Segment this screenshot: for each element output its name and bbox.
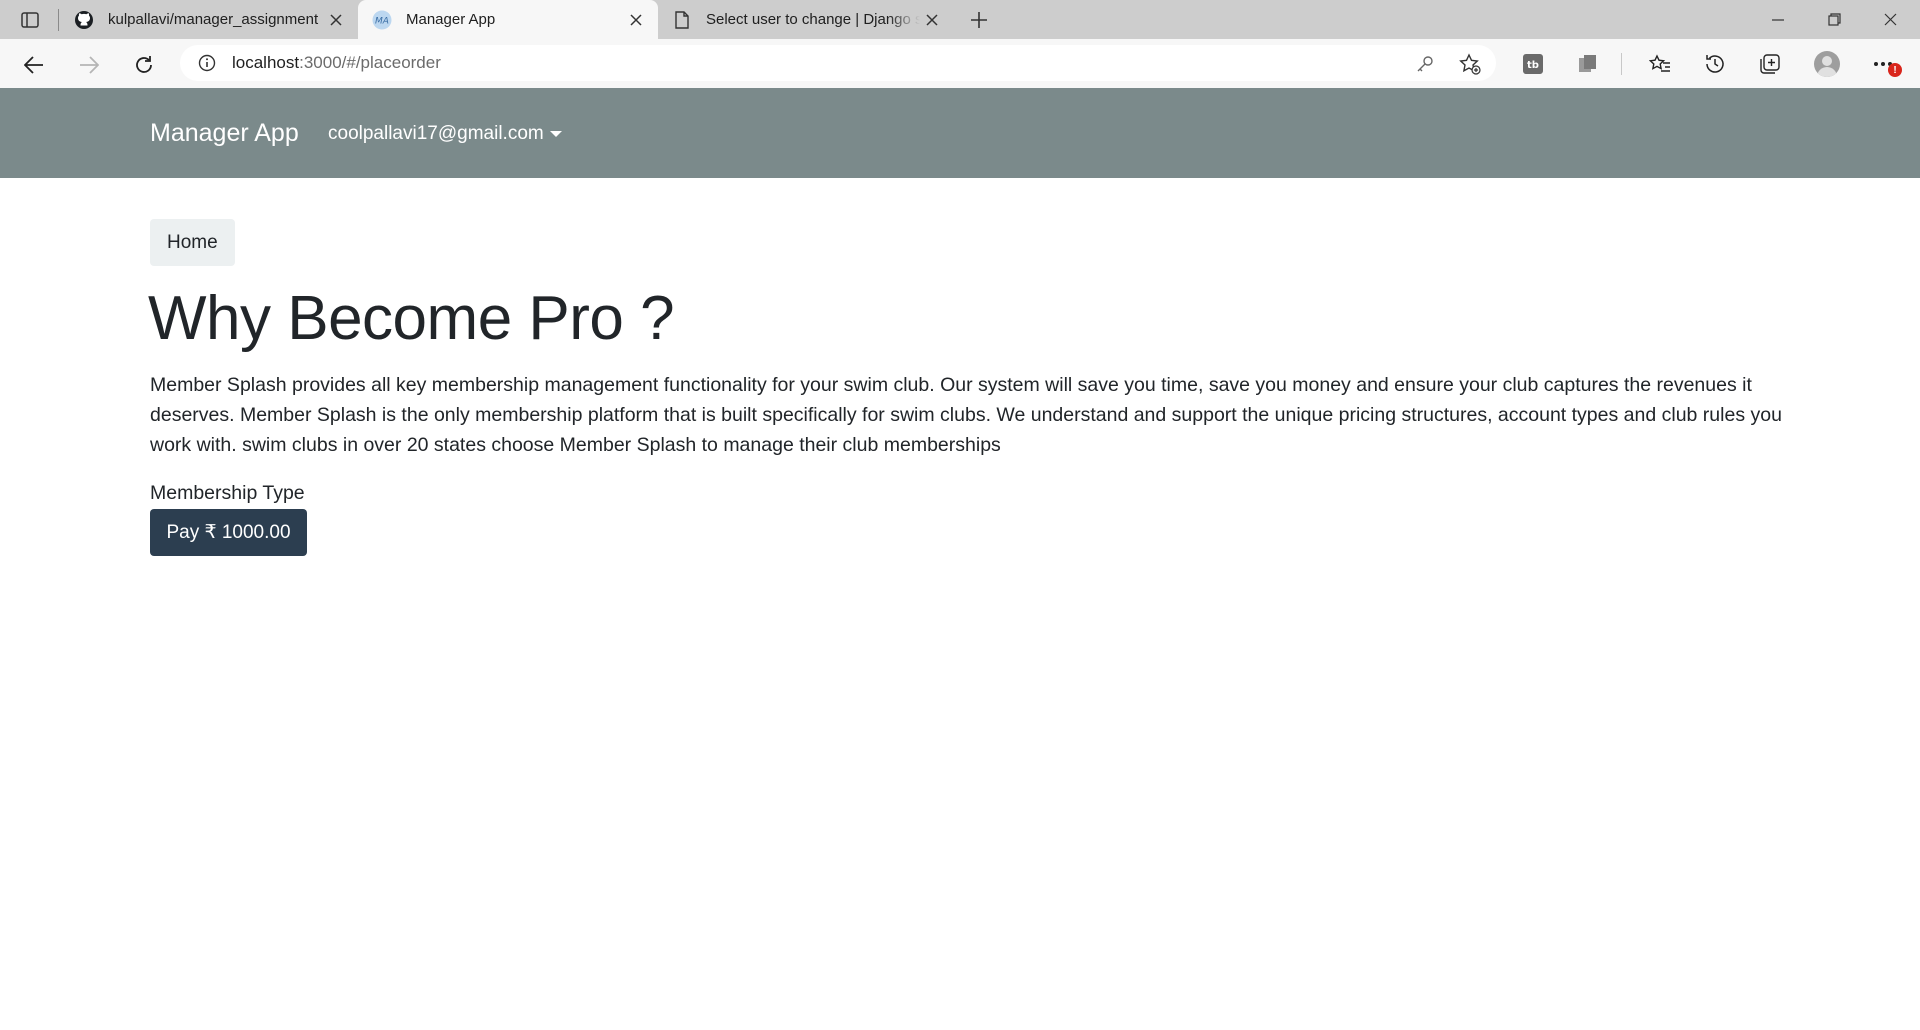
app-brand[interactable]: Manager App — [150, 119, 299, 148]
profile-avatar-icon[interactable] — [1814, 51, 1840, 77]
tab-actions-icon[interactable] — [14, 6, 46, 34]
pay-button[interactable]: Pay ₹ 1000.00 — [150, 509, 307, 556]
ma-favicon-text: MA — [375, 16, 389, 26]
tab-manager-app[interactable]: MA Manager App — [358, 0, 658, 39]
tab-github[interactable]: kulpallavi/manager_assignment — [60, 0, 358, 39]
browser-toolbar: localhost:3000/#/placeorder tb ! — [0, 39, 1920, 88]
membership-type-label: Membership Type — [150, 482, 305, 504]
ma-icon: MA — [372, 10, 392, 30]
new-tab-icon[interactable] — [964, 5, 994, 35]
back-icon[interactable] — [18, 49, 50, 81]
site-info-icon[interactable] — [196, 52, 218, 74]
page-title: Why Become Pro ? — [148, 284, 675, 353]
tab-title: Manager App — [406, 11, 496, 28]
toolbar-separator — [1621, 53, 1622, 75]
url-path: :3000/#/placeorder — [299, 53, 441, 72]
app-navbar: Manager App coolpallavi17@gmail.com — [0, 88, 1920, 178]
tab-separator — [58, 9, 59, 31]
url-host: localhost — [232, 53, 300, 72]
github-icon — [74, 10, 94, 30]
pro-description: Member Splash provides all key membershi… — [150, 374, 1782, 456]
svg-text:tb: tb — [1527, 60, 1539, 71]
favorites-icon[interactable] — [1647, 51, 1673, 77]
tab-django[interactable]: Select user to change | Django si — [658, 0, 954, 39]
browser-tab-bar: kulpallavi/manager_assignment MA Manager… — [0, 0, 1920, 39]
notification-badge: ! — [1888, 63, 1902, 77]
close-icon[interactable] — [324, 8, 348, 32]
restore-icon[interactable] — [1806, 0, 1862, 39]
extension-icon[interactable]: tb — [1520, 51, 1546, 77]
tab-title: kulpallavi/manager_assignment — [108, 11, 319, 28]
history-icon[interactable] — [1702, 51, 1728, 77]
url-text: localhost:3000/#/placeorder — [232, 53, 441, 73]
close-icon[interactable] — [920, 8, 944, 32]
refresh-icon[interactable] — [128, 49, 160, 81]
page-icon — [672, 10, 692, 30]
forward-icon[interactable] — [73, 49, 105, 81]
tab-title: Select user to change | Django si — [706, 11, 920, 28]
user-menu-dropdown[interactable]: coolpallavi17@gmail.com — [328, 123, 562, 145]
address-bar[interactable]: localhost:3000/#/placeorder — [180, 45, 1496, 81]
caret-down-icon — [549, 131, 562, 137]
collections-icon[interactable] — [1757, 51, 1783, 77]
user-email: coolpallavi17@gmail.com — [328, 123, 544, 144]
minimize-icon[interactable] — [1750, 0, 1806, 39]
key-icon[interactable] — [1413, 52, 1437, 76]
window-close-icon[interactable] — [1862, 0, 1918, 39]
breadcrumb-home[interactable]: Home — [167, 232, 218, 254]
collections-extension-icon[interactable] — [1575, 51, 1601, 77]
breadcrumb: Home — [150, 219, 235, 266]
close-icon[interactable] — [624, 8, 648, 32]
add-favorite-icon[interactable] — [1458, 52, 1482, 76]
